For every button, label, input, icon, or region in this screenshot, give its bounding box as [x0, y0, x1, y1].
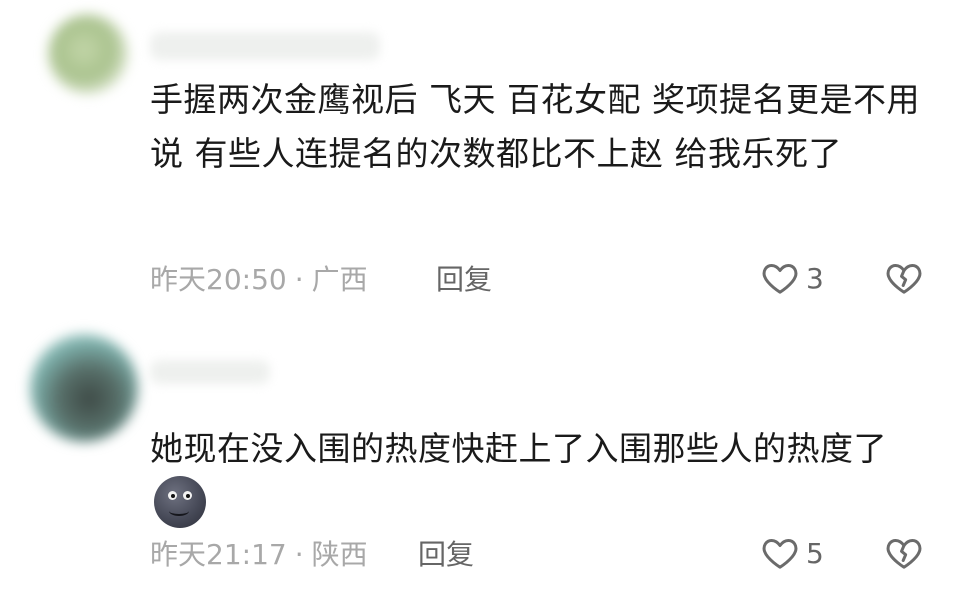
heart-outline-icon — [762, 539, 798, 569]
comment-text: 手握两次金鹰视后 飞天 百花女配 奖项提名更是不用说 有些人连提名的次数都比不上… — [150, 80, 920, 173]
meta-separator: · — [294, 538, 304, 571]
username-blurred[interactable] — [150, 360, 270, 384]
emoji-mouth — [169, 506, 189, 516]
dislike-button[interactable] — [884, 258, 924, 302]
like-button[interactable]: 5 — [760, 533, 824, 573]
avatar[interactable] — [30, 334, 138, 442]
reply-button[interactable]: 回复 — [418, 533, 474, 573]
meta-separator: · — [294, 263, 304, 296]
avatar[interactable] — [48, 14, 128, 94]
like-button[interactable]: 3 — [760, 258, 824, 298]
comment-time: 昨天21:17 — [150, 538, 287, 571]
emoji-eye-right — [183, 491, 192, 500]
comment-meta: 昨天20:50 · 广西 — [150, 258, 368, 298]
broken-heart-icon — [886, 264, 922, 294]
like-count: 3 — [806, 261, 824, 295]
comment-text-content: 她现在没入围的热度快赶上了入围那些人的热度了 — [150, 429, 887, 468]
heart-outline-icon — [762, 264, 798, 294]
comment-item: 手握两次金鹰视后 飞天 百花女配 奖项提名更是不用说 有些人连提名的次数都比不上… — [0, 0, 970, 320]
emoji-eye-left — [168, 491, 177, 500]
comment-meta: 昨天21:17 · 陕西 — [150, 533, 368, 573]
broken-heart-icon — [886, 539, 922, 569]
dislike-button[interactable] — [884, 533, 924, 577]
comment-location: 广西 — [311, 263, 368, 296]
comment-text: 她现在没入围的热度快赶上了入围那些人的热度了 — [150, 422, 940, 534]
moon-face-emoji-icon — [154, 476, 206, 528]
comment-time: 昨天20:50 — [150, 263, 287, 296]
comment-item: 她现在没入围的热度快赶上了入围那些人的热度了 昨天21:17 · 陕西 回复 5 — [0, 320, 970, 599]
comment-location: 陕西 — [311, 538, 368, 571]
username-blurred[interactable] — [150, 32, 380, 60]
like-count: 5 — [806, 536, 824, 570]
reply-button[interactable]: 回复 — [436, 258, 492, 298]
